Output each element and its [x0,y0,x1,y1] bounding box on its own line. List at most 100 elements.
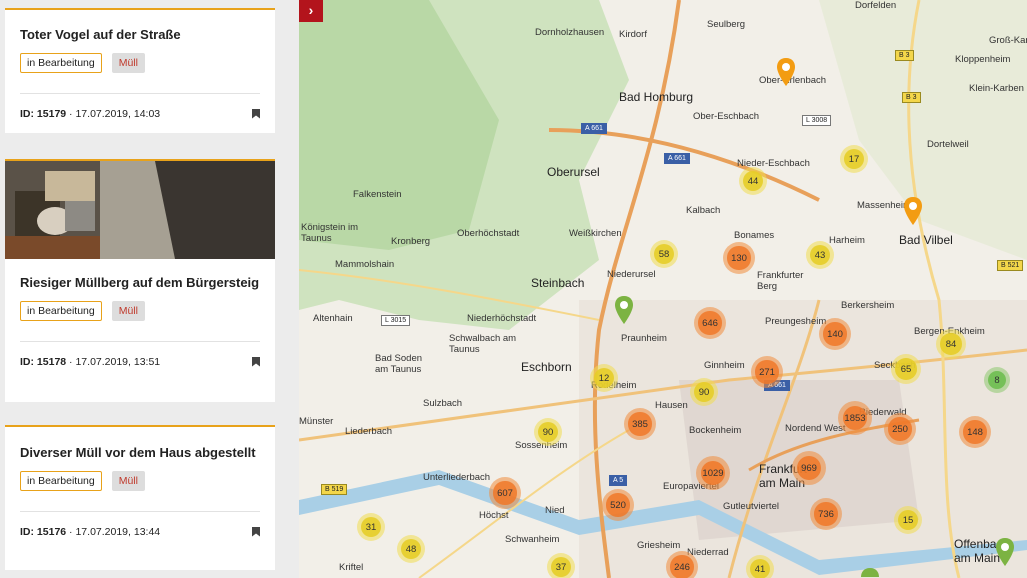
sidebar-toggle-button[interactable]: › [299,0,323,22]
map-pin-icon[interactable] [614,295,634,325]
card-id-date: ID: 15178 · 17.07.2019, 13:51 [20,355,161,368]
cluster-count: 58 [653,243,675,265]
map-cluster-marker[interactable]: 520 [602,489,634,521]
cluster-count: 250 [888,417,912,441]
card-body: Toter Vogel auf der Straße in Bearbeitun… [5,26,275,133]
map-place-label: Schwalbach am Taunus [449,333,517,355]
map-cluster-marker[interactable]: 250 [884,413,916,445]
chevron-right-icon: › [308,2,314,18]
incident-card[interactable]: Diverser Müll vor dem Haus abgestellt in… [5,425,275,570]
map-cluster-marker[interactable]: 385 [624,408,656,440]
map-cluster-marker[interactable]: 90 [534,418,562,446]
map-place-label: Ginnheim [704,360,745,371]
status-badge: in Bearbeitung [20,471,102,491]
map-cluster-marker[interactable]: 736 [810,498,842,530]
map-cluster-marker[interactable]: 17 [840,145,868,173]
card-body: Riesiger Müllberg auf dem Bürgersteig in… [5,274,275,381]
card-id-date: ID: 15179 · 17.07.2019, 14:03 [20,107,161,120]
map-place-label: Bonames [734,230,775,241]
cluster-count: 90 [537,421,559,443]
card-id-date: ID: 15176 · 17.07.2019, 13:44 [20,525,161,538]
card-title[interactable]: Toter Vogel auf der Straße [20,26,260,43]
map-cluster-marker[interactable]: 1853 [838,401,872,435]
cluster-count: 37 [550,556,572,578]
bookmark-icon[interactable] [252,526,260,537]
map-pin-icon[interactable] [903,196,923,226]
map-cluster-marker[interactable]: 12 [590,364,618,392]
map-place-label: Liederbach [345,426,393,437]
map-cluster-marker[interactable]: 48 [397,535,425,563]
map-cluster-marker[interactable]: 65 [891,354,921,384]
map-place-label: Dortelweil [927,139,969,150]
map-place-label: Oberursel [547,165,600,179]
road-shield: L 3008 [802,115,832,126]
map-place-label: Höchst [479,510,509,521]
map-cluster-marker[interactable]: 15 [894,506,922,534]
id-label: ID: [20,525,34,538]
map-cluster-marker[interactable]: 31 [357,513,385,541]
cluster-count: 43 [809,244,831,266]
map-cluster-marker[interactable]: 607 [489,477,521,509]
cluster-count: 44 [742,170,764,192]
cluster-count: 646 [698,311,722,335]
map-cluster-marker[interactable]: 140 [819,318,851,350]
date-value: 17.07.2019, 14:03 [75,107,161,120]
incident-card[interactable]: Riesiger Müllberg auf dem Bürgersteig in… [5,159,275,402]
map-place-label: Hausen [655,400,688,411]
cluster-count: 1029 [700,460,726,486]
map-place-label: Praunheim [621,333,667,344]
map-place-label: Kloppenheim [955,54,1011,65]
date-value: 17.07.2019, 13:44 [75,525,161,538]
map-cluster-marker[interactable]: 8 [984,367,1010,393]
map-cluster-marker[interactable]: 44 [739,167,767,195]
card-body: Diverser Müll vor dem Haus abgestellt in… [5,444,275,551]
map-cluster-marker[interactable]: 130 [723,242,755,274]
map-place-label: Bockenheim [689,425,742,436]
map-cluster-marker[interactable]: 58 [650,240,678,268]
map-place-label: Nordend West [785,423,846,434]
incident-card[interactable]: Toter Vogel auf der Straße in Bearbeitun… [5,8,275,133]
card-title[interactable]: Riesiger Müllberg auf dem Bürgersteig [20,274,260,291]
map-cluster-marker[interactable]: 37 [547,553,575,578]
map-cluster-marker[interactable]: 84 [936,329,966,359]
map-place-label: Kirdorf [619,29,647,40]
map-place-label: Kriftel [339,562,364,573]
map-place-label: Seulberg [707,19,746,30]
map-place-label: Altenhain [313,313,353,324]
card-tags: in Bearbeitung Müll [20,301,260,321]
bookmark-icon[interactable] [252,108,260,119]
card-title[interactable]: Diverser Müll vor dem Haus abgestellt [20,444,260,461]
status-badge: in Bearbeitung [20,301,102,321]
map-view[interactable]: › Seulberg Dornholzhausen Kirdorf Ober-E… [299,0,1027,578]
map-pin-icon[interactable] [860,567,880,578]
map-cluster-marker[interactable]: 1029 [696,456,730,490]
id-value: 15178 [36,355,67,368]
map-place-label: Sulzbach [423,398,463,409]
map-place-label: Münster [299,416,334,427]
map-cluster-marker[interactable]: 43 [806,241,834,269]
map-cluster-marker[interactable]: 969 [792,451,826,485]
map-cluster-marker[interactable]: 90 [690,378,718,406]
incident-list: Toter Vogel auf der Straße in Bearbeitun… [0,0,299,578]
bookmark-icon[interactable] [252,356,260,367]
cluster-count: 12 [593,367,615,389]
map-cluster-marker[interactable]: 271 [751,356,783,388]
map-place-label: Harheim [829,235,865,246]
cluster-count: 48 [400,538,422,560]
map-place-label: Mammolshain [335,259,395,270]
map-pin-icon[interactable] [776,57,796,87]
map-cluster-marker[interactable]: 41 [746,555,774,578]
map-cluster-marker[interactable]: 148 [959,416,991,448]
map-cluster-marker[interactable]: 646 [694,307,726,339]
map-place-label: Griesheim [637,540,681,551]
cluster-count: 607 [493,481,517,505]
id-value: 15179 [36,107,67,120]
map-place-label: Bad Vilbel [899,233,953,247]
map-place-label: Kalbach [686,205,721,216]
card-tags: in Bearbeitung Müll [20,53,260,73]
map-place-label: Oberhöchstadt [457,228,520,239]
photo-image [5,161,275,259]
cluster-count: 84 [940,333,962,355]
map-cluster-marker[interactable]: 246 [666,551,698,578]
map-pin-icon[interactable] [995,537,1015,567]
